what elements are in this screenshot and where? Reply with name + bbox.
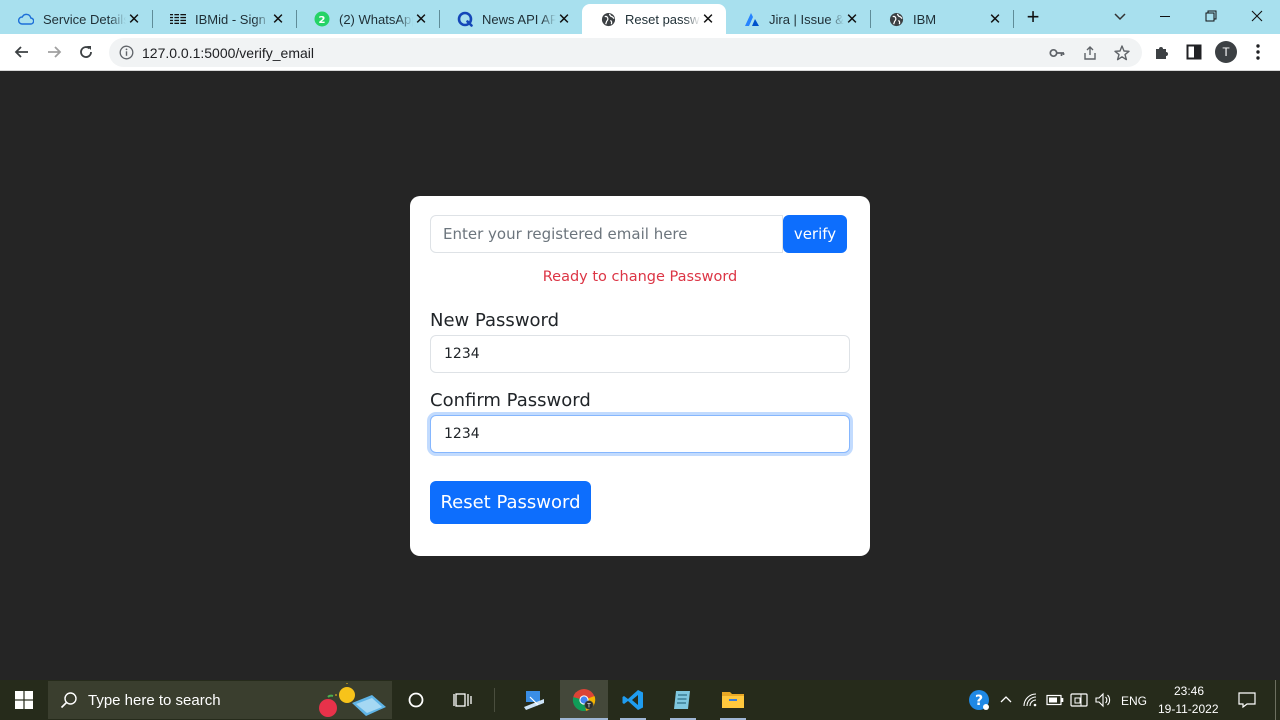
help-question-icon[interactable]: ? [966,680,992,720]
task-view-icon[interactable] [444,680,482,720]
close-tab-icon[interactable]: ✕ [987,10,1003,28]
snipping-tool-icon[interactable] [512,680,556,720]
tab-title: Jira | Issue & Project Tracking [769,11,844,27]
vscode-icon[interactable] [610,680,656,720]
reset-password-button[interactable]: Reset Password [430,481,591,524]
close-tab-icon[interactable]: ✕ [700,10,716,28]
globe-icon [888,11,904,27]
volume-speaker-icon[interactable] [1092,680,1114,720]
language-indicator[interactable]: ENG [1121,694,1147,708]
tab-search-chevron-icon[interactable] [1110,6,1130,26]
show-hidden-icons-chevron-icon[interactable] [998,680,1014,720]
share-icon[interactable] [1081,44,1099,62]
address-bar[interactable]: 127.0.0.1:5000/verify_email [109,38,1142,67]
clock-date[interactable]: 19-11-2022 [1158,702,1219,716]
ibm-icon [170,11,186,27]
minimize-button[interactable] [1142,0,1188,32]
whatsapp-icon: 2 [314,11,330,27]
taskbar-search-box[interactable]: Type here to search [48,681,392,719]
taskbar-divider [494,688,495,712]
extensions-puzzle-icon[interactable] [1152,42,1172,62]
wifi-icon[interactable] [1020,680,1042,720]
svg-text:2: 2 [319,15,326,26]
new-password-label: New Password [430,310,560,331]
start-windows-icon[interactable] [0,680,48,720]
confirm-password-label: Confirm Password [430,390,591,411]
site-info-icon[interactable] [119,45,134,60]
tab-ibmid[interactable]: IBMid - Sign in ✕ [152,4,296,34]
close-tab-icon[interactable]: ✕ [844,10,860,28]
notifications-icon[interactable] [1234,680,1260,720]
battery-icon[interactable] [1044,680,1066,720]
search-placeholder: Type here to search [88,691,221,709]
tab-whatsapp[interactable]: 2 (2) WhatsApp ✕ [296,4,439,34]
tab-title: IBMid - Sign in [195,11,270,27]
menu-kebab-icon[interactable] [1248,42,1268,62]
new-tab-button[interactable]: + [1020,6,1046,30]
svg-text:T: T [586,702,591,709]
jira-icon [744,11,760,27]
bookmark-star-icon[interactable] [1113,44,1131,62]
windows-taskbar: Type here to search T ? ENG 23:46 19-11-… [0,680,1280,720]
tab-news-api[interactable]: News API API Documentation ✕ [439,4,582,34]
clock-time[interactable]: 23:46 [1174,684,1204,698]
tab-service-details[interactable]: Service Details ✕ [0,4,152,34]
close-tab-icon[interactable]: ✕ [126,10,142,28]
url-text: 127.0.0.1:5000/verify_email [142,45,314,61]
svg-text:?: ? [975,693,983,709]
tab-title: Service Details [43,11,126,27]
confirm-password-field[interactable] [430,415,850,453]
globe-icon [600,11,616,27]
security-camera-icon[interactable] [1068,680,1090,720]
search-icon [60,691,78,714]
tab-title: IBM [913,11,937,27]
chrome-taskbar-icon[interactable]: T [560,680,608,720]
tab-title: (2) WhatsApp [339,11,413,27]
cortana-circle-icon[interactable] [398,680,434,720]
show-desktop-strip[interactable] [1275,680,1276,720]
profile-avatar[interactable]: T [1215,41,1237,63]
browser-toolbar: 127.0.0.1:5000/verify_email T [0,34,1280,71]
close-tab-icon[interactable]: ✕ [270,10,286,28]
tab-jira[interactable]: Jira | Issue & Project Tracking ✕ [726,4,870,34]
notepad-icon[interactable] [660,680,706,720]
verify-button[interactable]: verify [783,215,847,253]
reload-icon[interactable] [72,38,100,66]
forward-arrow-icon[interactable] [40,38,68,66]
newsapi-icon [457,11,473,27]
tab-title: Reset password [625,11,700,27]
restore-button[interactable] [1188,0,1234,32]
cloud-icon [18,11,34,27]
email-input[interactable] [430,215,783,253]
key-icon[interactable] [1048,44,1066,62]
new-password-field[interactable] [430,335,850,373]
side-panel-icon[interactable] [1184,42,1204,62]
reset-password-card: verify Ready to change Password New Pass… [410,196,870,556]
tab-separator [1013,10,1014,28]
tab-title: News API API Documentation [482,11,556,27]
file-explorer-folder-icon[interactable] [710,680,756,720]
close-window-button[interactable] [1234,0,1280,32]
status-message: Ready to change Password [542,269,738,285]
search-highlight-illustration-icon [314,682,392,720]
tab-reset-password[interactable]: Reset password ✕ [582,4,726,34]
close-tab-icon[interactable]: ✕ [556,10,572,28]
tab-strip: Service Details ✕ IBMid - Sign in ✕ 2 (2… [0,0,1280,34]
tab-ibm[interactable]: IBM ✕ [870,4,1013,34]
close-tab-icon[interactable]: ✕ [413,10,429,28]
back-arrow-icon[interactable] [8,38,36,66]
